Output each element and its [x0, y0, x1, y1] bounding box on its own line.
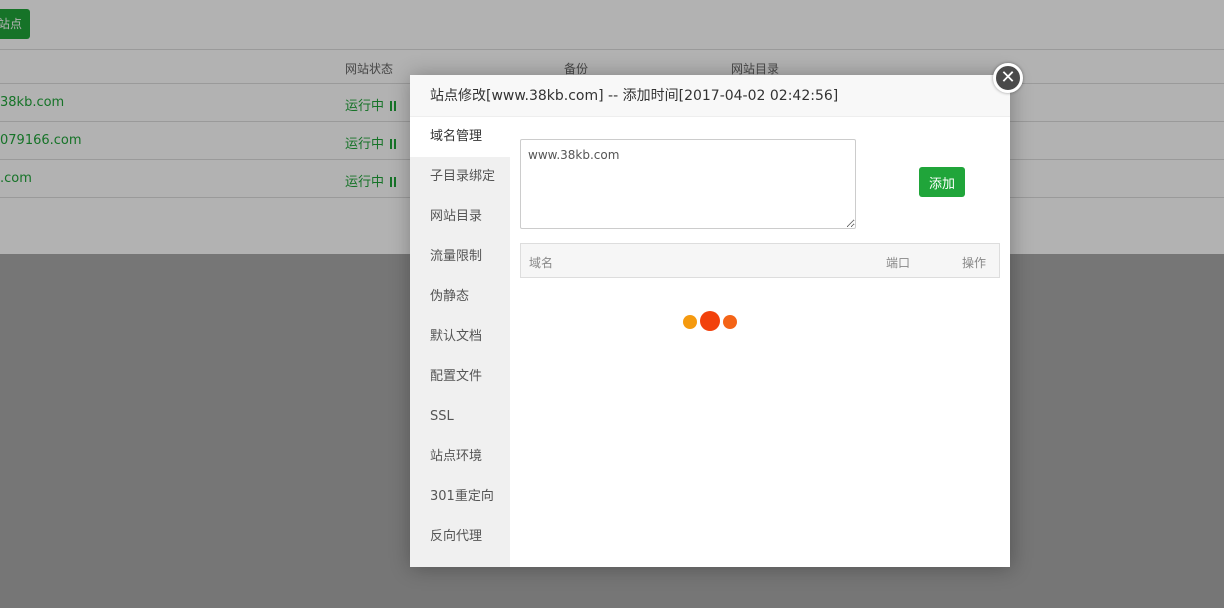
site-edit-modal: 站点修改[www.38kb.com] -- 添加时间[2017-04-02 02… [410, 63, 1023, 567]
tab-default-document[interactable]: 默认文档 [410, 317, 510, 357]
tab-site-directory[interactable]: 网站目录 [410, 197, 510, 237]
column-domain: 域名 [529, 256, 554, 270]
loader-dot [700, 311, 720, 331]
domain-panel: www.38kb.com 添加 域名 端口 操作 [510, 117, 1010, 567]
close-button[interactable]: ✕ [993, 63, 1023, 93]
column-action: 操作 [962, 256, 987, 270]
tab-traffic-limit[interactable]: 流量限制 [410, 237, 510, 277]
column-port: 端口 [886, 256, 911, 270]
domain-table-header: 域名 端口 操作 [520, 243, 1000, 278]
tab-reverse-proxy[interactable]: 反向代理 [410, 517, 510, 557]
loading-spinner-icon [683, 311, 743, 333]
modal-title: 站点修改[www.38kb.com] -- 添加时间[2017-04-02 02… [410, 75, 1010, 117]
tab-domain-management[interactable]: 域名管理 [410, 117, 510, 157]
tab-rewrite[interactable]: 伪静态 [410, 277, 510, 317]
loader-dot [723, 315, 737, 329]
tab-301-redirect[interactable]: 301重定向 [410, 477, 510, 517]
tab-ssl[interactable]: SSL [410, 397, 510, 437]
tab-subdirectory-binding[interactable]: 子目录绑定 [410, 157, 510, 197]
domain-input[interactable]: www.38kb.com [520, 139, 856, 229]
tab-site-environment[interactable]: 站点环境 [410, 437, 510, 477]
loader-dot [683, 315, 697, 329]
close-icon: ✕ [1000, 67, 1016, 88]
add-domain-button[interactable]: 添加 [919, 167, 965, 197]
tab-config-file[interactable]: 配置文件 [410, 357, 510, 397]
modal-sidebar: 域名管理 子目录绑定 网站目录 流量限制 伪静态 默认文档 配置文件 SSL 站… [410, 117, 510, 567]
